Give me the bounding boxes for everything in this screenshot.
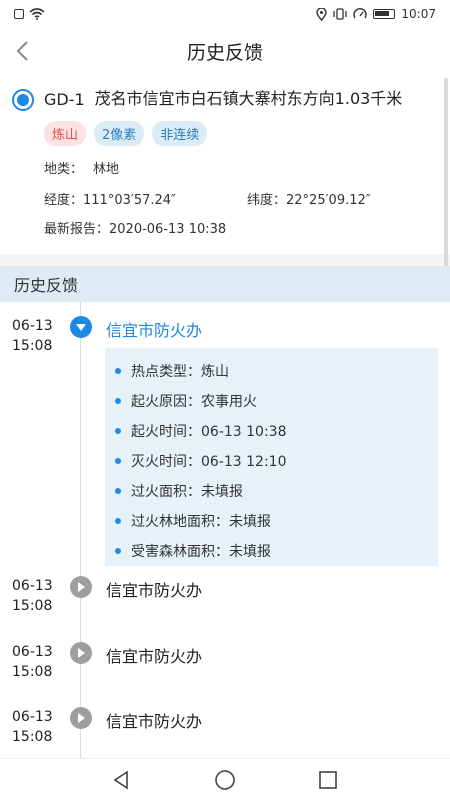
entry-datetime: 06-13 15:08 — [12, 576, 53, 616]
entry-date: 06-13 — [12, 709, 53, 725]
speed-icon — [353, 8, 368, 19]
detail-fire-cause: 起火原因：农事用火 — [115, 386, 438, 416]
detail-fire-end: 灭火时间：06-13 12:10 — [115, 446, 438, 476]
system-nav-bar — [0, 758, 450, 800]
nav-back-button[interactable] — [102, 764, 142, 796]
nav-recent-button[interactable] — [308, 764, 348, 796]
collapse-toggle[interactable] — [70, 316, 92, 338]
back-arrow-icon — [16, 41, 28, 61]
detail-burned-forest-area: 过火林地面积：未填报 — [115, 506, 438, 536]
longitude-value: 111°03′57.24″ — [83, 193, 176, 208]
detail-text: 热点类型：炼山 — [131, 364, 229, 380]
bullet — [115, 458, 121, 464]
detail-fire-start: 起火时间：06-13 10:38 — [115, 416, 438, 446]
bullet — [115, 368, 121, 374]
bullet — [115, 488, 121, 494]
tag-continuity: 非连续 — [152, 121, 208, 146]
entry-time: 15:08 — [12, 338, 53, 354]
bullet — [115, 428, 121, 434]
latitude-value: 22°25′09.12″ — [286, 193, 371, 208]
expand-toggle[interactable] — [70, 576, 92, 598]
nav-home-icon — [215, 769, 235, 790]
timeline-line — [80, 302, 81, 758]
section-title: 历史反馈 — [14, 276, 79, 295]
expand-toggle[interactable] — [70, 707, 92, 729]
longitude-field: 经度：111°03′57.24″ — [44, 189, 247, 208]
entry-datetime: 06-13 15:08 — [12, 316, 53, 356]
latitude-label: 纬度： — [247, 193, 287, 208]
latitude-field: 纬度：22°25′09.12″ — [247, 189, 371, 208]
clock: 10:07 — [401, 7, 436, 21]
wifi-icon — [29, 8, 45, 20]
entry-org[interactable]: 信宜市防火办 — [106, 708, 202, 732]
land-type-label: 地类： — [44, 162, 84, 177]
hotspot-location: 茂名市信宜市白石镇大寨村东方向1.03千米 — [94, 89, 403, 108]
entry-org[interactable]: 信宜市防火办 — [106, 317, 202, 341]
entry-org[interactable]: 信宜市防火办 — [106, 577, 202, 601]
section-header: 历史反馈 — [0, 266, 450, 302]
nav-home-button[interactable] — [205, 764, 245, 796]
notification-icon — [14, 9, 24, 19]
detail-text: 起火原因：农事用火 — [131, 394, 257, 410]
entry-datetime: 06-13 15:08 — [12, 642, 53, 682]
tag-type: 炼山 — [44, 121, 87, 146]
latest-report-value: 2020-06-13 10:38 — [109, 222, 227, 237]
bullet — [115, 548, 121, 554]
status-bar: 10:07 — [0, 0, 450, 28]
entry-datetime: 06-13 15:08 — [12, 707, 53, 747]
scrollbar[interactable] — [444, 78, 448, 288]
tag-pixels: 2像素 — [94, 121, 145, 146]
nav-recent-icon — [319, 770, 338, 789]
back-button[interactable] — [8, 34, 36, 68]
play-right-icon — [78, 713, 85, 723]
battery-icon — [373, 9, 396, 19]
detail-text: 灭火时间：06-13 12:10 — [131, 454, 287, 470]
entry-time: 15:08 — [12, 664, 53, 680]
coordinates-row: 经度：111°03′57.24″ 纬度：22°25′09.12″ — [44, 189, 438, 208]
bullet — [115, 398, 121, 404]
tag-list: 炼山 2像素 非连续 — [44, 121, 438, 146]
vibrate-icon — [333, 8, 348, 20]
entry-time: 15:08 — [12, 598, 53, 614]
entry-date: 06-13 — [12, 644, 53, 660]
bullet — [115, 518, 121, 524]
entry-date: 06-13 — [12, 318, 53, 334]
detail-text: 过火林地面积：未填报 — [131, 514, 271, 530]
entry-date: 06-13 — [12, 578, 53, 594]
expand-down-icon — [76, 324, 86, 331]
entry-detail-panel: 热点类型：炼山 起火原因：农事用火 起火时间：06-13 10:38 灭火时间：… — [105, 348, 438, 566]
latest-report-label: 最新报告： — [44, 222, 110, 237]
land-type-value: 林地 — [93, 162, 120, 177]
detail-hotspot-type: 热点类型：炼山 — [115, 356, 438, 386]
location-icon — [316, 7, 328, 21]
entry-time: 15:08 — [12, 729, 53, 745]
select-radio[interactable] — [12, 89, 34, 111]
latest-report-field: 最新报告：2020-06-13 10:38 — [44, 218, 438, 237]
header: 历史反馈 — [0, 28, 450, 74]
expand-toggle[interactable] — [70, 642, 92, 664]
land-type-field: 地类： 林地 — [44, 158, 438, 177]
detail-damaged-forest-area: 受害森林面积：未填报 — [115, 536, 438, 566]
nav-back-icon — [113, 770, 128, 789]
detail-text: 受害森林面积：未填报 — [131, 544, 271, 560]
detail-text: 起火时间：06-13 10:38 — [131, 424, 287, 440]
hotspot-card: GD-1 茂名市信宜市白石镇大寨村东方向1.03千米 炼山 2像素 非连续 地类… — [0, 74, 450, 254]
page-title: 历史反馈 — [186, 41, 263, 64]
longitude-label: 经度： — [44, 193, 84, 208]
play-right-icon — [78, 582, 85, 592]
play-right-icon — [78, 648, 85, 658]
detail-burned-area: 过火面积：未填报 — [115, 476, 438, 506]
hotspot-id: GD-1 — [44, 90, 85, 109]
radio-dot — [17, 94, 29, 106]
entry-org[interactable]: 信宜市防火办 — [106, 643, 202, 667]
feedback-timeline: 06-13 15:08 信宜市防火办 热点类型：炼山 起火原因：农事用火 起火时… — [0, 302, 450, 758]
detail-text: 过火面积：未填报 — [131, 484, 243, 500]
